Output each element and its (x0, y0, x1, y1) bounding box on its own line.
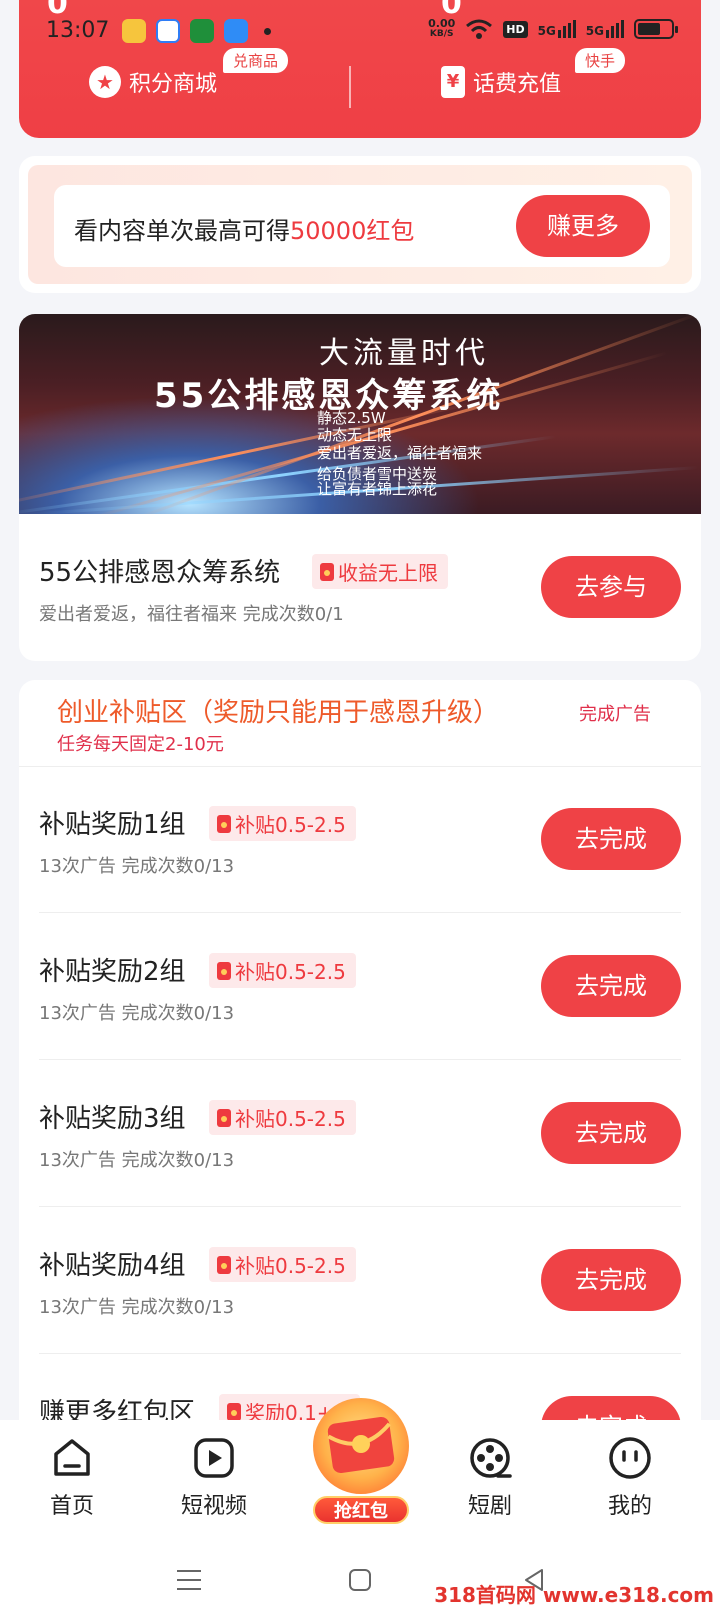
nav-video-label: 短视频 (180, 1494, 247, 1519)
menu-lines-icon[interactable] (176, 1568, 202, 1592)
red-envelope-icon (217, 814, 231, 833)
grab-red-envelope-label: 抢红包 (313, 1496, 409, 1524)
red-envelope-icon (320, 562, 334, 581)
hero-headline: 大流量时代 (319, 336, 489, 371)
signal-5g-1-icon: 5G (538, 20, 576, 38)
complete-button[interactable]: 去完成 (541, 1102, 681, 1164)
watermark: 318首码网 www.e318.com (434, 1583, 714, 1607)
promo-highlight: 50000红包 (290, 217, 415, 245)
hero-line-slogan: 爱出者爱返，福往者福来 (317, 444, 483, 462)
status-time: 13:07 (46, 18, 110, 43)
task-subtitle: 13次广告 完成次数0/13 (39, 856, 235, 877)
task-tag: 补贴0.5-2.5 (209, 806, 356, 841)
task-subtitle: 13次广告 完成次数0/13 (39, 1150, 235, 1171)
wifi-icon (466, 19, 493, 39)
net-speed-unit: KB/S (429, 29, 454, 39)
promo-text: 看内容单次最高可得50000红包 (74, 217, 415, 245)
feature-card: 大流量时代 55公排感恩众筹系统 静态2.5W 动态无上限 爱出者爱返，福往者福… (19, 314, 701, 661)
hd-icon: HD (503, 20, 528, 38)
red-envelope-icon (217, 1255, 231, 1274)
nav-drama-label: 短剧 (467, 1494, 512, 1519)
nav-mine-label: 我的 (607, 1494, 652, 1519)
nav-drama[interactable]: 短剧 (450, 1436, 530, 1520)
task-subtitle: 13次广告 完成次数0/13 (39, 1297, 235, 1318)
notification-dot-icon (264, 27, 271, 35)
task-title: 补贴奖励1组 (39, 810, 186, 840)
yen-icon: ¥ (441, 66, 465, 98)
task-title: 补贴奖励2组 (39, 957, 186, 987)
net-speed-value: 0.00 (428, 17, 456, 30)
task-tag: 补贴0.5-2.5 (209, 1247, 356, 1282)
task-row: 补贴奖励3组 补贴0.5-2.5 13次广告 完成次数0/13 去完成 (19, 1060, 701, 1207)
nav-mine[interactable]: 我的 (590, 1436, 670, 1520)
film-reel-icon (470, 1438, 512, 1478)
hero-banner[interactable]: 大流量时代 55公排感恩众筹系统 静态2.5W 动态无上限 爱出者爱返，福往者福… (19, 314, 701, 514)
red-envelope-icon (217, 1108, 231, 1127)
recharge-button[interactable]: ¥ 话费充值 (441, 66, 561, 98)
home-square-icon[interactable] (348, 1568, 372, 1592)
feature-subtitle: 爱出者爱返，福往者福来 完成次数0/1 (39, 604, 344, 625)
bottom-nav: 首页 短视频 抢红包 短剧 我的 318首码网 www.e318.com (0, 1398, 720, 1612)
messenger-app-icon (224, 19, 248, 43)
nav-home-label: 首页 (49, 1494, 94, 1519)
points-mall-button[interactable]: ★ 积分商城 (89, 66, 217, 98)
star-icon: ★ (89, 66, 121, 98)
join-button[interactable]: 去参与 (541, 556, 681, 618)
task-title: 补贴奖励3组 (39, 1104, 186, 1134)
earn-more-button[interactable]: 赚更多 (516, 195, 650, 257)
home-icon (54, 1439, 90, 1476)
header-divider (349, 66, 351, 108)
points-mall-label: 积分商城 (129, 72, 218, 97)
complete-ads-link[interactable]: 完成广告 (579, 700, 651, 726)
feature-title: 55公排感恩众筹系统 (39, 558, 281, 588)
task-row: 补贴奖励4组 补贴0.5-2.5 13次广告 完成次数0/13 去完成 (19, 1207, 701, 1354)
red-envelope-icon (227, 1402, 241, 1421)
nav-video[interactable]: 短视频 (174, 1436, 254, 1520)
task-row: 补贴奖励1组 补贴0.5-2.5 13次广告 完成次数0/13 去完成 (19, 766, 701, 913)
status-bar: 13:07 0.00 KB/S HD 5G 5G (0, 0, 720, 56)
nav-home[interactable]: 首页 (32, 1436, 112, 1520)
feature-tag: 收益无上限 (312, 554, 448, 589)
weibo-app-icon (122, 19, 146, 43)
hero-line-dynamic: 动态无上限 (317, 426, 393, 444)
wechat-app-icon (190, 19, 214, 43)
grab-red-envelope-button[interactable] (308, 1398, 414, 1500)
signal-5g-2-icon: 5G (586, 20, 624, 38)
task-tag: 补贴0.5-2.5 (209, 953, 356, 988)
task-subtitle: 13次广告 完成次数0/13 (39, 1003, 235, 1024)
recharge-label: 话费充值 (473, 72, 562, 97)
subsidy-title: 创业补贴区（奖励只能用于感恩升级） (57, 698, 500, 728)
promo-card: 看内容单次最高可得50000红包 赚更多 (19, 156, 701, 293)
subsidy-desc: 任务每天固定2-10元 (57, 734, 224, 755)
profile-face-icon (609, 1437, 651, 1479)
task-row: 补贴奖励2组 补贴0.5-2.5 13次广告 完成次数0/13 去完成 (19, 913, 701, 1060)
task-title: 补贴奖励4组 (39, 1251, 186, 1281)
hero-line-static: 静态2.5W (317, 409, 386, 427)
complete-button[interactable]: 去完成 (541, 1249, 681, 1311)
complete-button[interactable]: 去完成 (541, 808, 681, 870)
hero-line-rich: 让富有者锦上添花 (317, 480, 438, 498)
browser-app-icon (156, 19, 180, 43)
complete-button[interactable]: 去完成 (541, 955, 681, 1017)
task-tag: 补贴0.5-2.5 (209, 1100, 356, 1135)
video-play-icon (194, 1438, 234, 1478)
red-envelope-icon (217, 961, 231, 980)
battery-icon (634, 19, 678, 39)
